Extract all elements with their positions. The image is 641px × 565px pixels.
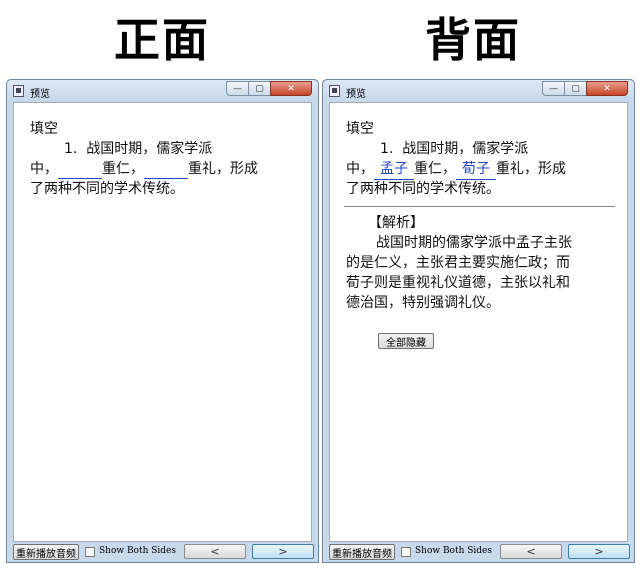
- question-line-1: 1. 战国时期，儒家学派: [64, 141, 213, 157]
- question-line-2: 中， 重仁， 重礼，形成: [30, 159, 258, 179]
- blank-1: [58, 162, 102, 179]
- question-text-b: 重仁，: [102, 161, 144, 177]
- window-controls: — ▢ ✕: [226, 81, 312, 98]
- answer-1: 孟子: [374, 159, 414, 180]
- question-line-2: 中， 孟子 重仁， 荀子 重礼，形成: [346, 159, 566, 180]
- question-text-c: 重礼，形成: [496, 161, 566, 177]
- replay-audio-button[interactable]: 重新播放音频: [329, 544, 395, 560]
- hide-all-button[interactable]: 全部隐藏: [378, 333, 434, 349]
- show-both-checkbox[interactable]: [85, 547, 95, 557]
- back-preview-window: 预览 — ▢ ✕ 填空 1. 战国时期，儒家学派 中， 孟子 重仁， 荀子 重礼，形成 …: [322, 79, 635, 563]
- back-heading: 背面: [425, 13, 521, 67]
- card-content: 填空 1. 战国时期，儒家学派 中， 孟子 重仁， 荀子 重礼，形成 了两种不同的学术传…: [329, 102, 628, 542]
- bottom-bar: 重新播放音频 Show Both Sides < >: [7, 542, 318, 562]
- show-both-label: Show Both Sides: [415, 546, 493, 556]
- prev-button[interactable]: <: [184, 544, 246, 559]
- bottom-bar: 重新播放音频 Show Both Sides < >: [323, 542, 634, 562]
- analysis-line-4: 德治国，特别强调礼仪。: [346, 295, 500, 311]
- app-icon: [13, 85, 24, 97]
- answer-2: 荀子: [456, 159, 496, 180]
- card-title: 填空: [346, 121, 374, 137]
- question-text-c: 重礼，形成: [188, 161, 258, 177]
- next-button[interactable]: >: [252, 544, 314, 559]
- window-controls: — ▢ ✕: [542, 81, 628, 98]
- front-preview-window: 预览 — ▢ ✕ 填空 1. 战国时期，儒家学派 中， 重仁， 重礼，形成 了两种不…: [6, 79, 319, 563]
- analysis-line-2: 的是仁义，主张君主要实施仁政；而: [346, 255, 570, 271]
- blank-2: [144, 162, 188, 179]
- question-line-3: 了两种不同的学术传统。: [30, 181, 184, 197]
- card-title: 填空: [30, 121, 58, 137]
- minimize-button[interactable]: —: [542, 81, 565, 96]
- question-line-3: 了两种不同的学术传统。: [346, 181, 500, 197]
- front-heading: 正面: [114, 13, 210, 67]
- window-title: 预览: [346, 89, 366, 100]
- close-button[interactable]: ✕: [586, 81, 628, 96]
- question-text-a: 中，: [30, 161, 58, 177]
- window-title: 预览: [30, 89, 50, 100]
- maximize-button[interactable]: ▢: [248, 81, 271, 96]
- next-button[interactable]: >: [568, 544, 630, 559]
- title-bar: 预览 — ▢ ✕: [323, 80, 634, 102]
- prev-button[interactable]: <: [500, 544, 562, 559]
- minimize-button[interactable]: —: [226, 81, 249, 96]
- show-both-checkbox[interactable]: [401, 547, 411, 557]
- title-bar: 预览 — ▢ ✕: [7, 80, 318, 102]
- question-text-b: 重仁，: [414, 161, 456, 177]
- card-content: 填空 1. 战国时期，儒家学派 中， 重仁， 重礼，形成 了两种不同的学术传统。: [13, 102, 312, 542]
- analysis-label: 【解析】: [368, 215, 424, 231]
- show-both-label: Show Both Sides: [99, 546, 177, 556]
- maximize-button[interactable]: ▢: [564, 81, 587, 96]
- divider: [344, 206, 615, 207]
- analysis-line-3: 荀子则是重视礼仪道德，主张以礼和: [346, 275, 570, 291]
- question-line-1: 1. 战国时期，儒家学派: [380, 141, 529, 157]
- analysis-line-1: 战国时期的儒家学派中孟子主张: [376, 235, 572, 251]
- close-button[interactable]: ✕: [270, 81, 312, 96]
- app-icon: [329, 85, 340, 97]
- replay-audio-button[interactable]: 重新播放音频: [13, 544, 79, 560]
- question-text-a: 中，: [346, 161, 374, 177]
